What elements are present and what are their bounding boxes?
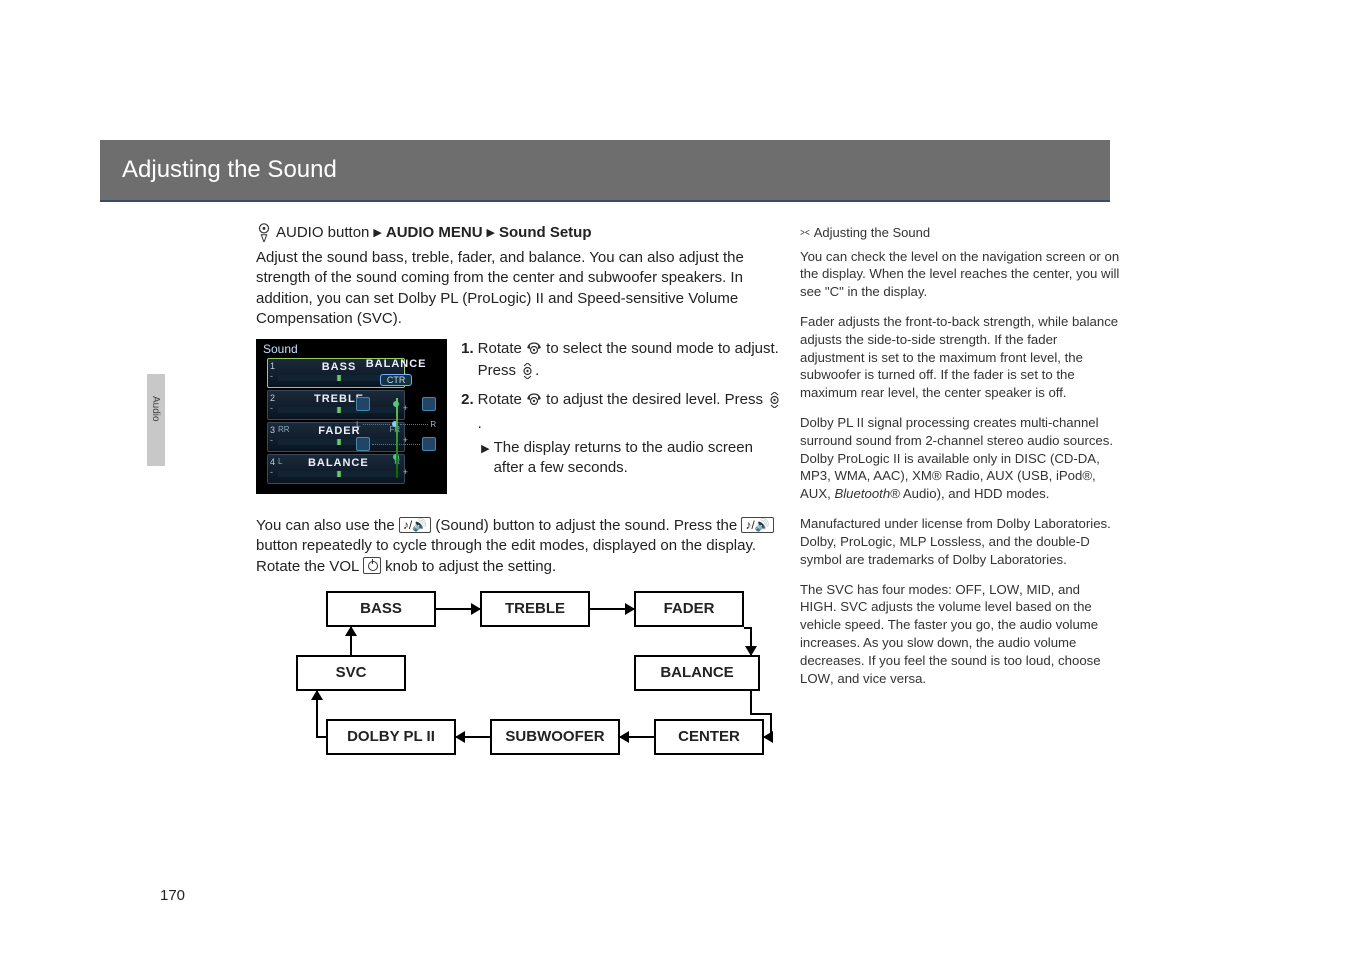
title-underline xyxy=(100,200,1110,202)
flow-box-fader: FADER xyxy=(634,591,744,627)
flow-arrow xyxy=(764,736,772,738)
press-enter-icon xyxy=(520,363,535,385)
step-2-number: 2. xyxy=(461,390,474,435)
sidebar-heading: ⪥ Adjusting the Sound xyxy=(800,224,1120,242)
sound-button-icon: ♪/🔊 xyxy=(741,517,773,533)
flow-arrow xyxy=(316,691,318,703)
under-text: You can also use the ♪/🔊 (Sound) button … xyxy=(256,516,784,577)
flow-box-dolby: DOLBY PL II xyxy=(326,719,456,755)
breadcrumb-sep-icon: ▶ xyxy=(373,226,381,239)
dial-icon xyxy=(256,222,272,242)
sidebar-paragraph: Manufactured under license from Dolby La… xyxy=(800,515,1120,568)
rotate-dial-icon xyxy=(526,341,542,361)
flow-arrow xyxy=(750,639,752,655)
sidebar-paragraph: Dolby PL II signal processing creates mu… xyxy=(800,414,1120,503)
flow-arrow xyxy=(350,627,352,637)
double-chevron-icon: ⪥ xyxy=(800,225,810,240)
chapter-tab-label: Audio xyxy=(150,396,161,422)
flow-box-subwoofer: SUBWOOFER xyxy=(490,719,620,755)
step-list: 1. Rotate to select the sound mode to ad… xyxy=(461,339,784,479)
breadcrumb-sep-icon: ▶ xyxy=(487,226,495,239)
figure-header: Sound xyxy=(263,342,298,356)
flow-box-center: CENTER xyxy=(654,719,764,755)
page-title-bar: Adjusting the Sound xyxy=(100,140,1110,200)
flow-arrow xyxy=(744,627,752,629)
step-1-number: 1. xyxy=(461,339,474,386)
breadcrumb-audio-button: AUDIO button xyxy=(276,224,369,241)
flow-arrow xyxy=(456,736,490,738)
sound-button-icon: ♪/🔊 xyxy=(399,517,431,533)
sidebar-paragraph: The SVC has four modes: OFF, LOW, MID, a… xyxy=(800,581,1120,688)
flow-box-treble: TREBLE xyxy=(480,591,590,627)
step-1-text: Rotate to select the sound mode to adjus… xyxy=(478,339,784,386)
sidebar-column: ⪥ Adjusting the Sound You can check the … xyxy=(800,224,1120,699)
page-title: Adjusting the Sound xyxy=(122,156,337,184)
sidebar-paragraph: You can check the level on the navigatio… xyxy=(800,248,1120,301)
flow-arrow xyxy=(316,736,326,738)
flow-arrow xyxy=(750,691,752,713)
flow-box-svc: SVC xyxy=(296,655,406,691)
step-2-text: Rotate to adjust the desired level. Pres… xyxy=(478,390,784,435)
sound-mode-flowchart: BASS TREBLE FADER SVC BALANCE DOLBY PL I… xyxy=(280,591,760,791)
sound-screen-figure: Sound 1BASS 2TREBLE 3RRFADERFR 4LBALANCE… xyxy=(256,339,447,494)
triangle-bullet-icon: ▶ xyxy=(481,442,489,479)
main-column: AUDIO button ▶ AUDIO MENU ▶ Sound Setup … xyxy=(256,222,784,791)
step-result: ▶ The display returns to the audio scree… xyxy=(481,438,784,479)
press-enter-icon xyxy=(767,392,782,414)
flow-box-bass: BASS xyxy=(326,591,436,627)
figure-balance-diagram: BALANCE CTR LR xyxy=(352,358,440,482)
flow-box-balance: BALANCE xyxy=(634,655,760,691)
power-knob-icon xyxy=(363,557,381,574)
breadcrumb-sound-setup: Sound Setup xyxy=(499,224,592,241)
breadcrumb-audio-menu: AUDIO MENU xyxy=(386,224,483,241)
sidebar-paragraph: Fader adjusts the front-to-back strength… xyxy=(800,313,1120,402)
flow-arrow xyxy=(620,736,654,738)
rotate-dial-icon xyxy=(526,392,542,412)
intro-text: Adjust the sound bass, treble, fader, an… xyxy=(256,248,784,329)
flow-arrow xyxy=(750,691,752,693)
flow-arrow xyxy=(590,608,634,610)
breadcrumb: AUDIO button ▶ AUDIO MENU ▶ Sound Setup xyxy=(256,222,784,242)
flow-arrow xyxy=(436,608,480,610)
page-number: 170 xyxy=(160,887,185,904)
flow-arrow xyxy=(750,713,770,715)
